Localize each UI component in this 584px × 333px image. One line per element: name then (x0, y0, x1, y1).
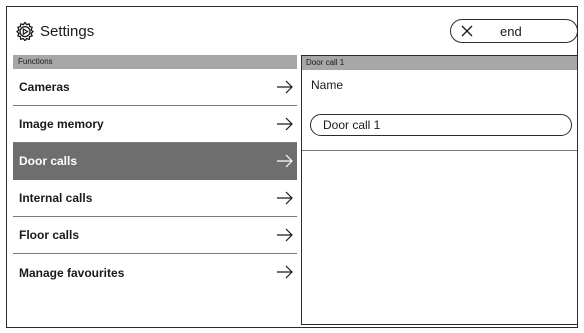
menu-item-label: Image memory (19, 117, 104, 131)
arrow-right-icon (277, 228, 293, 242)
end-button[interactable]: end (450, 19, 578, 43)
arrow-right-icon (277, 80, 293, 94)
close-icon (461, 25, 473, 37)
menu-item-manage-favourites[interactable]: Manage favourites (13, 254, 297, 291)
menu-item-image-memory[interactable]: Image memory (13, 106, 297, 143)
menu-item-label: Floor calls (19, 228, 80, 242)
header: Settings end (7, 7, 578, 53)
arrow-right-icon (277, 191, 293, 205)
title-group: Settings (15, 21, 94, 41)
arrow-right-icon (277, 117, 293, 131)
settings-window: Settings end Functions Cameras Image mem… (6, 6, 578, 328)
detail-heading: Door call 1 (302, 56, 577, 70)
menu-item-label: Door calls (19, 154, 78, 168)
menu-item-cameras[interactable]: Cameras (13, 69, 297, 106)
menu-item-label: Internal calls (19, 191, 93, 205)
page-title: Settings (40, 22, 95, 40)
menu-item-internal-calls[interactable]: Internal calls (13, 180, 297, 217)
divider (302, 150, 577, 151)
menu-item-door-calls[interactable]: Door calls (13, 143, 297, 180)
menu-item-label: Cameras (19, 80, 70, 94)
menu-item-label: Manage favourites (19, 265, 125, 280)
end-button-label: end (500, 23, 522, 39)
menu-item-floor-calls[interactable]: Floor calls (13, 217, 297, 254)
functions-panel: Functions Cameras Image memory Door call… (13, 55, 297, 325)
arrow-right-icon (277, 154, 293, 168)
arrow-right-icon (277, 265, 293, 279)
name-label: Name (311, 78, 344, 92)
name-input[interactable]: Door call 1 (310, 114, 572, 136)
gear-icon (16, 21, 34, 41)
door-call-detail-panel: Door call 1 Name Door call 1 (301, 55, 578, 325)
functions-heading: Functions (13, 55, 297, 69)
